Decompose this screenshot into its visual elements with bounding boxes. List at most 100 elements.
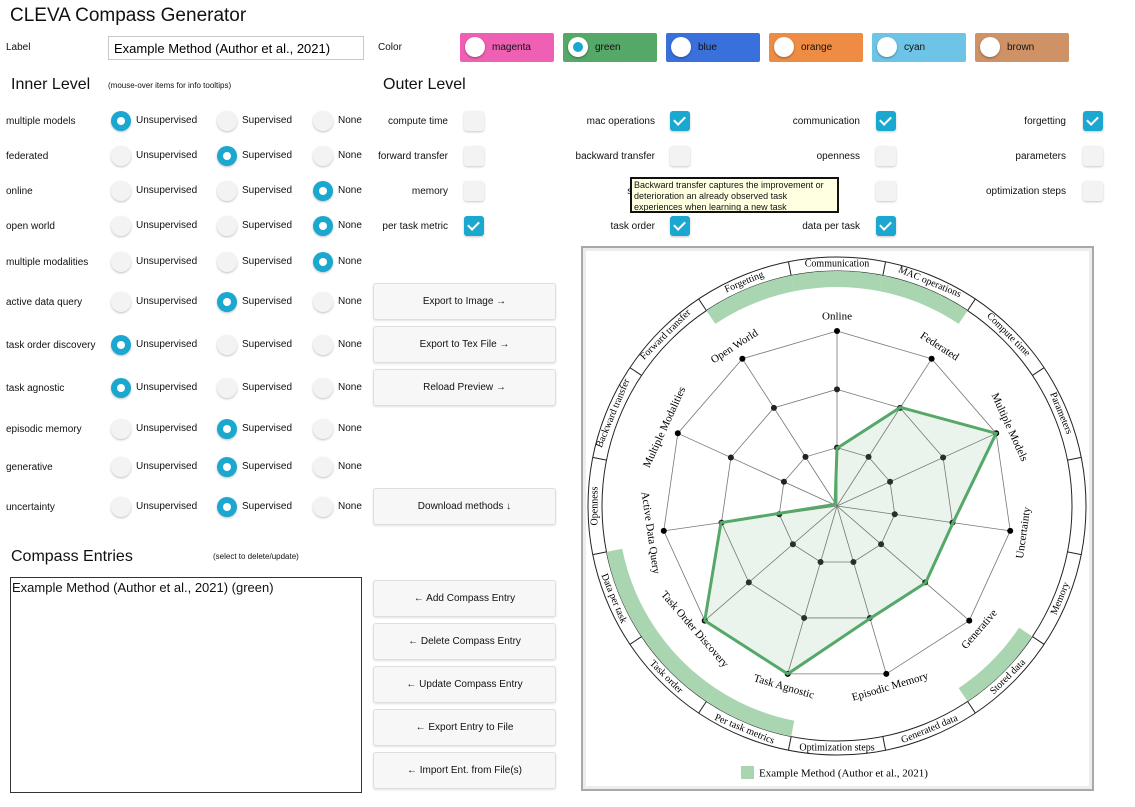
- color-option-blue[interactable]: blue: [666, 33, 760, 62]
- export-image-button[interactable]: Export to Image →: [373, 283, 556, 320]
- color-option-brown[interactable]: brown: [975, 33, 1069, 62]
- color-option-orange[interactable]: orange: [769, 33, 863, 62]
- radio-unsupervised[interactable]: [111, 457, 131, 477]
- list-item[interactable]: Example Method (Author et al., 2021) (gr…: [12, 580, 360, 595]
- inner-marker: [966, 617, 973, 624]
- outer-checkbox[interactable]: [1083, 181, 1103, 201]
- outer-checkbox[interactable]: [464, 111, 484, 131]
- outer-checkbox[interactable]: [876, 146, 896, 166]
- outer-divider: [967, 701, 976, 714]
- color-option-cyan[interactable]: cyan: [872, 33, 966, 62]
- color-radio[interactable]: [980, 37, 1000, 57]
- outer-checkbox[interactable]: [464, 181, 484, 201]
- radio-label: None: [338, 501, 362, 512]
- inner-row-label: generative: [6, 462, 53, 473]
- inner-marker: [770, 404, 777, 411]
- delete-entry-button[interactable]: ← Delete Compass Entry: [373, 623, 556, 660]
- compass-entries-list[interactable]: Example Method (Author et al., 2021) (gr…: [10, 577, 362, 793]
- radio-supervised[interactable]: [217, 335, 237, 355]
- outer-checkbox[interactable]: [464, 146, 484, 166]
- radio-unsupervised[interactable]: [111, 378, 131, 398]
- outer-divider: [1032, 636, 1045, 645]
- outer-divider: [629, 367, 642, 376]
- radio-unsupervised[interactable]: [111, 497, 131, 517]
- color-radio[interactable]: [877, 37, 897, 57]
- inner-label: Task Agnostic: [752, 672, 815, 701]
- inner-row-label: federated: [6, 151, 49, 162]
- radio-label: Unsupervised: [136, 501, 198, 512]
- outer-checkbox[interactable]: [1083, 146, 1103, 166]
- inner-marker: [928, 355, 935, 362]
- inner-spoke: [742, 358, 838, 507]
- outer-checkbox[interactable]: [670, 111, 690, 131]
- inner-marker: [834, 386, 840, 393]
- radio-unsupervised[interactable]: [111, 216, 131, 236]
- radio-none[interactable]: [313, 292, 333, 312]
- color-option-magenta[interactable]: magenta: [460, 33, 554, 62]
- reload-preview-button[interactable]: Reload Preview →: [373, 369, 556, 406]
- radio-unsupervised[interactable]: [111, 252, 131, 272]
- export-entry-button[interactable]: ← Export Entry to File: [373, 709, 556, 746]
- radio-supervised[interactable]: [217, 292, 237, 312]
- inner-marker: [739, 355, 746, 362]
- label-input[interactable]: [108, 36, 364, 60]
- outer-checkbox[interactable]: [876, 111, 896, 131]
- inner-row-label: open world: [6, 221, 55, 232]
- radio-unsupervised[interactable]: [111, 146, 131, 166]
- outer-checkbox[interactable]: [464, 216, 484, 236]
- color-radio[interactable]: [774, 37, 794, 57]
- compass-entries-hint: (select to delete/update): [213, 552, 299, 561]
- radio-none[interactable]: [313, 457, 333, 477]
- outer-item-label: data per task: [802, 221, 860, 232]
- color-option-label: blue: [698, 42, 717, 53]
- add-entry-button[interactable]: ← Add Compass Entry: [373, 580, 556, 617]
- radio-supervised[interactable]: [217, 457, 237, 477]
- export-tex-button[interactable]: Export to Tex File →: [373, 326, 556, 363]
- inner-label: Federated: [918, 330, 961, 364]
- radio-unsupervised[interactable]: [111, 419, 131, 439]
- radio-unsupervised[interactable]: [111, 292, 131, 312]
- color-option-label: brown: [1007, 42, 1035, 53]
- radio-label: Supervised: [242, 150, 293, 161]
- color-radio[interactable]: [568, 37, 588, 57]
- color-radio[interactable]: [671, 37, 691, 57]
- radio-none[interactable]: [313, 335, 333, 355]
- color-radio[interactable]: [465, 37, 485, 57]
- radio-supervised[interactable]: [217, 419, 237, 439]
- radio-none[interactable]: [313, 497, 333, 517]
- radio-supervised[interactable]: [217, 497, 237, 517]
- outer-checkbox[interactable]: [876, 181, 896, 201]
- radio-unsupervised[interactable]: [111, 111, 131, 131]
- legend-label: Example Method (Author et al., 2021): [759, 768, 928, 780]
- inner-level-title: Inner Level: [11, 76, 91, 93]
- compass-entries-title: Compass Entries: [11, 548, 133, 565]
- inner-marker: [780, 478, 787, 485]
- import-entry-button[interactable]: ← Import Ent. from File(s): [373, 752, 556, 789]
- outer-checkbox[interactable]: [1083, 111, 1103, 131]
- inner-label: Multiple Modalities: [641, 385, 688, 470]
- outer-item-label: communication: [792, 116, 860, 127]
- radio-unsupervised[interactable]: [111, 181, 131, 201]
- radio-label: None: [338, 339, 362, 350]
- outer-divider: [1067, 551, 1082, 556]
- radio-none[interactable]: [313, 252, 333, 272]
- outer-checkbox[interactable]: [876, 216, 896, 236]
- radio-supervised[interactable]: [217, 111, 237, 131]
- update-entry-button[interactable]: ← Update Compass Entry: [373, 666, 556, 703]
- download-methods-button[interactable]: Download methods ↓: [373, 488, 556, 525]
- radio-supervised[interactable]: [217, 181, 237, 201]
- outer-item-label: mac operations: [586, 116, 655, 127]
- outer-label: Communication: [805, 258, 869, 269]
- inner-row-label: task order discovery: [6, 340, 96, 351]
- outer-checkbox[interactable]: [670, 216, 690, 236]
- radio-supervised[interactable]: [217, 378, 237, 398]
- radio-none[interactable]: [313, 419, 333, 439]
- radio-none[interactable]: [313, 378, 333, 398]
- radio-supervised[interactable]: [217, 146, 237, 166]
- outer-checkbox[interactable]: [670, 146, 690, 166]
- radio-supervised[interactable]: [217, 252, 237, 272]
- radio-unsupervised[interactable]: [111, 335, 131, 355]
- outer-divider: [882, 261, 887, 276]
- color-option-green[interactable]: green: [563, 33, 657, 62]
- radio-supervised[interactable]: [217, 216, 237, 236]
